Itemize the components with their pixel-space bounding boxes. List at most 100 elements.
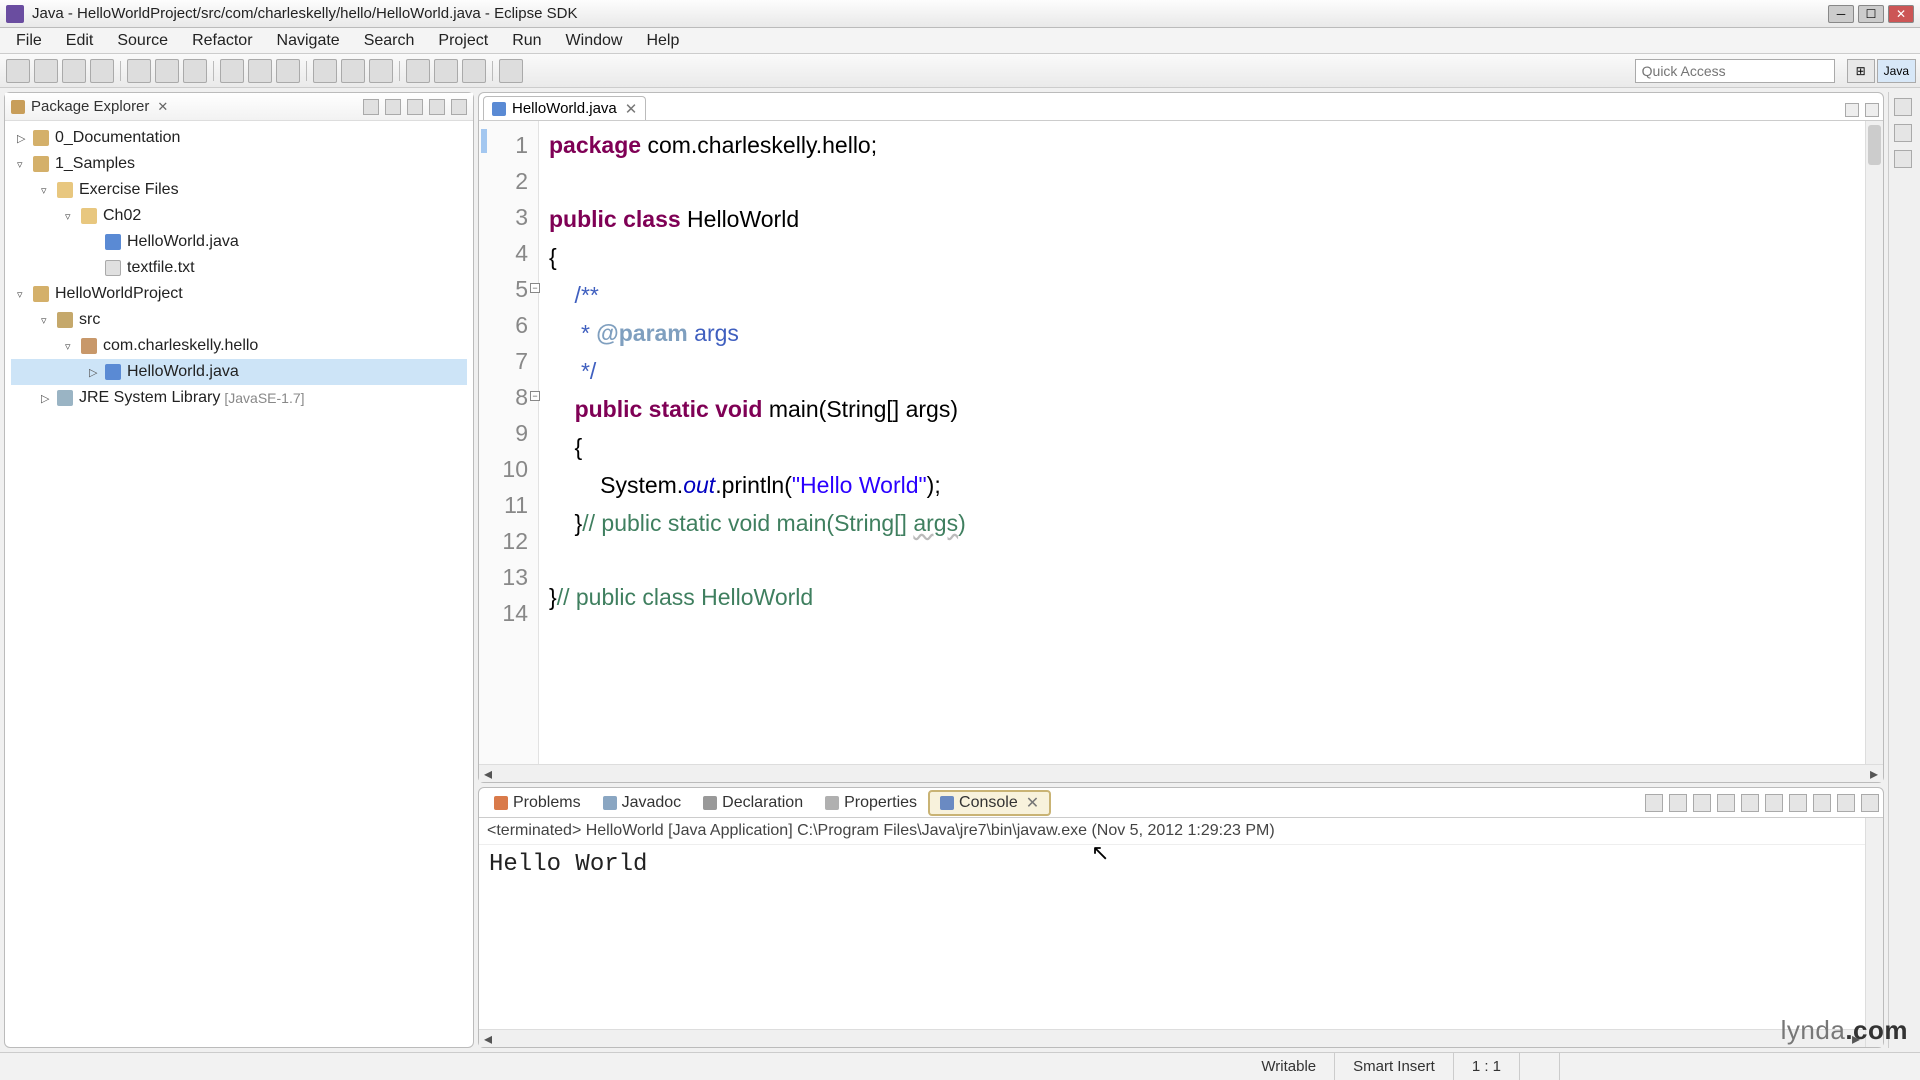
print-button[interactable] — [90, 59, 114, 83]
pin-button[interactable] — [499, 59, 523, 83]
toggle-mark-button[interactable] — [341, 59, 365, 83]
twisty-icon[interactable]: ▿ — [65, 340, 79, 353]
menu-help[interactable]: Help — [634, 29, 691, 53]
fold-toggle[interactable]: − — [530, 391, 540, 401]
line-number[interactable]: 5 — [483, 271, 528, 307]
fold-toggle[interactable]: − — [530, 283, 540, 293]
java-perspective-button[interactable]: Java — [1877, 59, 1916, 83]
scroll-right-icon[interactable]: ▸ — [1847, 1029, 1865, 1049]
line-number[interactable]: 12 — [483, 523, 528, 559]
tab-javadoc[interactable]: Javadoc — [592, 790, 693, 816]
twisty-icon[interactable]: ▿ — [17, 288, 31, 301]
run-button[interactable] — [155, 59, 179, 83]
tree-node[interactable]: ▿src — [11, 307, 467, 333]
menu-run[interactable]: Run — [500, 29, 553, 53]
scroll-right-icon[interactable]: ▸ — [1865, 764, 1883, 784]
open-type-button[interactable] — [276, 59, 300, 83]
menu-window[interactable]: Window — [554, 29, 635, 53]
minimize-panel-button[interactable] — [1837, 794, 1855, 812]
new-button[interactable] — [6, 59, 30, 83]
close-button[interactable]: ✕ — [1888, 5, 1914, 23]
twisty-icon[interactable]: ▷ — [17, 132, 31, 145]
console-output[interactable]: Hello World — [479, 845, 1865, 1029]
tree-node[interactable]: ▿Exercise Files — [11, 177, 467, 203]
scroll-thumb[interactable] — [1868, 125, 1881, 165]
tree-node[interactable]: ▿1_Samples — [11, 151, 467, 177]
menu-navigate[interactable]: Navigate — [265, 29, 352, 53]
tasks-view-button[interactable] — [1894, 150, 1912, 168]
tab-declaration[interactable]: Declaration — [692, 790, 814, 816]
tree-node[interactable]: ▷HelloWorld.java — [11, 359, 467, 385]
tree-node[interactable]: ▷0_Documentation — [11, 125, 467, 151]
tab-problems[interactable]: Problems — [483, 790, 592, 816]
terminate-button[interactable] — [1645, 794, 1663, 812]
maximize-panel-button[interactable] — [1861, 794, 1879, 812]
menu-source[interactable]: Source — [105, 29, 180, 53]
twisty-icon[interactable]: ▿ — [17, 158, 31, 171]
line-number[interactable]: 3 — [483, 199, 528, 235]
line-number[interactable]: 1 — [483, 127, 528, 163]
menu-refactor[interactable]: Refactor — [180, 29, 264, 53]
line-number[interactable]: 6 — [483, 307, 528, 343]
save-button[interactable] — [34, 59, 58, 83]
editor-hscroll[interactable]: ◂ ▸ — [479, 764, 1883, 782]
minimize-view-button[interactable] — [429, 99, 445, 115]
scroll-left-icon[interactable]: ◂ — [479, 1029, 497, 1049]
code-editor[interactable]: package com.charleskelly.hello; public c… — [539, 121, 1865, 764]
scroll-left-icon[interactable]: ◂ — [479, 764, 497, 784]
view-menu-button[interactable] — [407, 99, 423, 115]
line-number[interactable]: 13 — [483, 559, 528, 595]
line-number[interactable]: 4 — [483, 235, 528, 271]
back-button[interactable] — [434, 59, 458, 83]
close-tab-button[interactable]: ✕ — [625, 100, 638, 118]
menu-file[interactable]: File — [4, 29, 54, 53]
quick-access-input[interactable] — [1635, 59, 1835, 83]
close-view-button[interactable]: ✕ — [153, 99, 172, 115]
link-editor-button[interactable] — [385, 99, 401, 115]
tab-console[interactable]: Console✕ — [928, 790, 1051, 816]
remove-all-button[interactable] — [1693, 794, 1711, 812]
debug-button[interactable] — [127, 59, 151, 83]
twisty-icon[interactable]: ▷ — [89, 366, 103, 379]
minimize-button[interactable]: ─ — [1828, 5, 1854, 23]
outline-view-button[interactable] — [1894, 124, 1912, 142]
menu-edit[interactable]: Edit — [54, 29, 106, 53]
line-number[interactable]: 7 — [483, 343, 528, 379]
open-perspective-button[interactable]: ⊞ — [1847, 59, 1875, 83]
tree-node[interactable]: ▿HelloWorldProject — [11, 281, 467, 307]
tree-node[interactable]: HelloWorld.java — [11, 229, 467, 255]
twisty-icon[interactable]: ▿ — [41, 184, 55, 197]
coverage-button[interactable] — [183, 59, 207, 83]
tree-node[interactable]: ▿Ch02 — [11, 203, 467, 229]
console-hscroll[interactable]: ◂ ▸ — [479, 1029, 1865, 1047]
restore-button[interactable] — [1894, 98, 1912, 116]
line-gutter[interactable]: 12345−678−91011121314 — [479, 121, 539, 764]
new-class-button[interactable] — [248, 59, 272, 83]
open-console-button[interactable] — [1813, 794, 1831, 812]
remove-launch-button[interactable] — [1669, 794, 1687, 812]
line-number[interactable]: 9 — [483, 415, 528, 451]
tab-properties[interactable]: Properties — [814, 790, 928, 816]
line-number[interactable]: 11 — [483, 487, 528, 523]
line-number[interactable]: 8 — [483, 379, 528, 415]
search-button[interactable] — [313, 59, 337, 83]
close-console-button[interactable]: ✕ — [1026, 793, 1039, 813]
line-number[interactable]: 14 — [483, 595, 528, 631]
minimize-editor-button[interactable] — [1845, 103, 1859, 117]
clear-console-button[interactable] — [1717, 794, 1735, 812]
maximize-editor-button[interactable] — [1865, 103, 1879, 117]
menu-search[interactable]: Search — [352, 29, 427, 53]
tree-node[interactable]: textfile.txt — [11, 255, 467, 281]
editor-vscroll[interactable] — [1865, 121, 1883, 764]
twisty-icon[interactable]: ▿ — [65, 210, 79, 223]
tree-node[interactable]: ▷JRE System Library[JavaSE-1.7] — [11, 385, 467, 411]
collapse-all-button[interactable] — [363, 99, 379, 115]
scroll-lock-button[interactable] — [1741, 794, 1759, 812]
forward-button[interactable] — [462, 59, 486, 83]
pin-console-button[interactable] — [1765, 794, 1783, 812]
twisty-icon[interactable]: ▿ — [41, 314, 55, 327]
tree-node[interactable]: ▿com.charleskelly.hello — [11, 333, 467, 359]
display-console-button[interactable] — [1789, 794, 1807, 812]
twisty-icon[interactable]: ▷ — [41, 392, 55, 405]
save-all-button[interactable] — [62, 59, 86, 83]
